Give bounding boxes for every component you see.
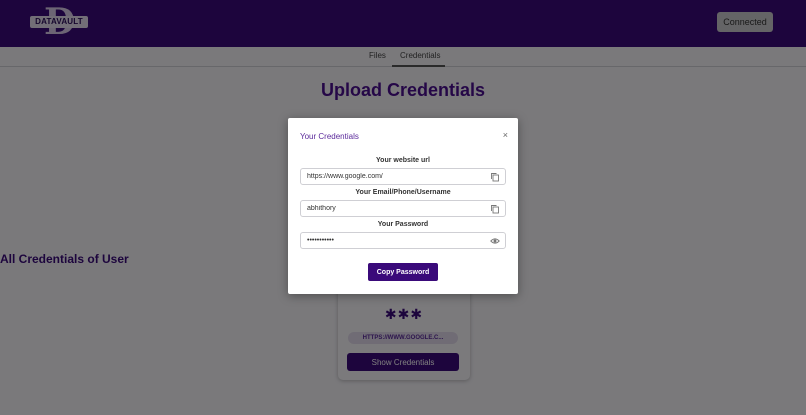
- username-input[interactable]: [307, 201, 483, 216]
- website-url-input[interactable]: [307, 169, 483, 184]
- modal-title: Your Credentials: [300, 132, 359, 141]
- credentials-modal: Your Credentials × Your website url Your…: [288, 118, 518, 294]
- copy-icon[interactable]: [490, 172, 500, 182]
- copy-password-button[interactable]: Copy Password: [368, 263, 438, 281]
- eye-icon[interactable]: [490, 236, 500, 246]
- website-url-label: Your website url: [376, 157, 430, 164]
- username-field: [300, 200, 506, 217]
- close-icon[interactable]: ×: [503, 130, 508, 140]
- username-label: Your Email/Phone/Username: [355, 189, 451, 196]
- password-input[interactable]: [307, 233, 483, 248]
- password-label: Your Password: [377, 221, 429, 228]
- password-field: [300, 232, 506, 249]
- website-url-field: [300, 168, 506, 185]
- copy-icon[interactable]: [490, 204, 500, 214]
